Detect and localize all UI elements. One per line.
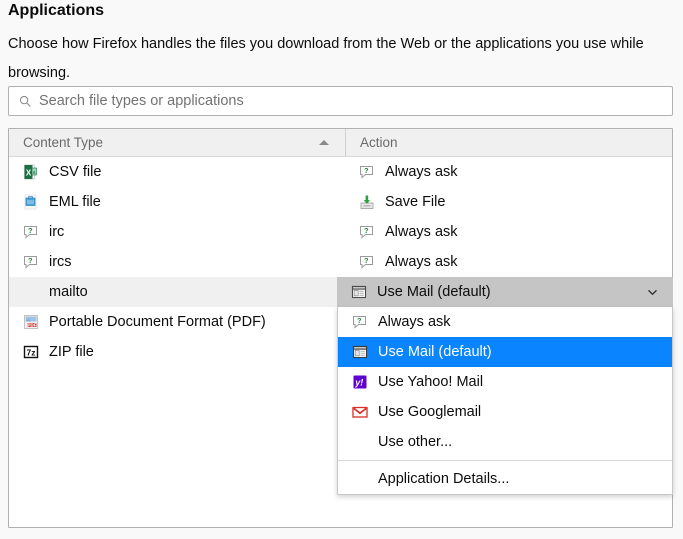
table-row[interactable]: EML file Save File — [9, 187, 672, 217]
menu-separator — [338, 460, 672, 461]
menu-item-label: Always ask — [378, 314, 451, 330]
cell-action[interactable]: Save File — [345, 194, 672, 210]
menu-item-application-details[interactable]: Application Details... — [338, 464, 672, 494]
svg-text:y!: y! — [354, 378, 363, 388]
save-file-icon — [360, 195, 374, 209]
content-type-label: EML file — [49, 194, 101, 210]
always-ask-icon: ? — [360, 166, 373, 179]
cell-content-type: X a CSV file — [9, 164, 345, 180]
action-combobox[interactable]: Use Mail (default) — [337, 277, 673, 307]
svg-text:?: ? — [364, 256, 369, 265]
menu-item-label: Use other... — [378, 434, 453, 450]
action-label: Always ask — [385, 164, 458, 180]
always-ask-icon: ? — [360, 256, 373, 269]
pdf-file-icon: PDF — [24, 315, 38, 329]
search-input[interactable]: Search file types or applications — [8, 86, 673, 116]
menu-item-label: Use Mail (default) — [378, 344, 492, 360]
svg-text:7z: 7z — [27, 347, 36, 357]
cell-action[interactable]: ? Always ask — [345, 164, 672, 180]
mail-app-icon — [351, 285, 367, 299]
content-type-label: ZIP file — [49, 344, 94, 360]
action-combobox-label: Use Mail (default) — [377, 284, 491, 300]
action-label: Always ask — [385, 254, 458, 270]
search-icon — [19, 95, 31, 107]
svg-text:?: ? — [364, 166, 369, 175]
svg-text:X: X — [26, 169, 32, 178]
cell-action[interactable]: ? Always ask — [345, 224, 672, 240]
page-title: Applications — [8, 2, 105, 19]
always-ask-icon: ? — [24, 226, 37, 239]
svg-text:?: ? — [364, 226, 369, 235]
svg-text:?: ? — [28, 256, 33, 265]
sort-ascending-icon — [319, 140, 329, 145]
content-type-label: irc — [49, 224, 65, 240]
always-ask-icon: ? — [360, 226, 373, 239]
action-label: Always ask — [385, 224, 458, 240]
menu-item-use-mail[interactable]: Use Mail (default) — [338, 337, 672, 367]
svg-text:a: a — [33, 170, 36, 176]
menu-item-label: Application Details... — [378, 471, 510, 487]
menu-item-always-ask[interactable]: ? Always ask — [338, 307, 672, 337]
menu-item-use-yahoo-mail[interactable]: y! Use Yahoo! Mail — [338, 367, 672, 397]
search-placeholder: Search file types or applications — [39, 93, 244, 109]
page-description: Choose how Firefox handles the files you… — [8, 36, 644, 81]
menu-item-label: Use Googlemail — [378, 404, 482, 420]
always-ask-icon: ? — [24, 256, 37, 269]
column-header-content-type[interactable]: Content Type — [9, 129, 345, 156]
cell-content-type: ? irc — [9, 224, 345, 240]
yahoo-mail-icon: y! — [353, 375, 367, 389]
csv-file-icon: X a — [24, 164, 37, 180]
table-row[interactable]: ? irc ? Always ask — [9, 217, 672, 247]
content-type-label: CSV file — [49, 164, 102, 180]
svg-text:?: ? — [28, 226, 33, 235]
mail-app-icon — [352, 345, 368, 359]
cell-content-type: mailto — [9, 284, 345, 300]
content-type-label: ircs — [49, 254, 72, 270]
cell-content-type: PDF Portable Document Format (PDF) — [9, 314, 345, 330]
content-type-label: Portable Document Format (PDF) — [49, 314, 266, 330]
zip-file-icon: 7z — [23, 345, 39, 359]
svg-text:?: ? — [357, 316, 362, 325]
column-header-action[interactable]: Action — [345, 129, 672, 156]
menu-item-use-other[interactable]: Use other... — [338, 427, 672, 457]
googlemail-icon — [352, 406, 368, 418]
table-row[interactable]: X a CSV file ? Always ask — [9, 157, 672, 187]
cell-content-type: ? ircs — [9, 254, 345, 270]
column-header-content-type-label: Content Type — [23, 135, 104, 150]
cell-action[interactable]: ? Always ask — [345, 254, 672, 270]
action-dropdown-menu: ? Always ask Use Mail (default) y! Use Y… — [337, 307, 673, 495]
list-header: Content Type Action — [9, 129, 672, 157]
chevron-down-icon[interactable] — [648, 288, 657, 297]
always-ask-icon: ? — [353, 316, 366, 329]
content-type-label: mailto — [49, 284, 88, 300]
menu-item-label: Use Yahoo! Mail — [378, 374, 484, 390]
action-label: Save File — [385, 194, 446, 210]
cell-content-type: EML file — [9, 194, 345, 210]
eml-file-icon — [24, 194, 37, 210]
column-header-action-label: Action — [360, 135, 398, 150]
applications-preferences-pane: Applications Choose how Firefox handles … — [0, 0, 683, 539]
menu-item-use-googlemail[interactable]: Use Googlemail — [338, 397, 672, 427]
table-row[interactable]: ? ircs ? Always ask — [9, 247, 672, 277]
cell-content-type: 7z ZIP file — [9, 344, 345, 360]
svg-text:PDF: PDF — [28, 322, 37, 327]
